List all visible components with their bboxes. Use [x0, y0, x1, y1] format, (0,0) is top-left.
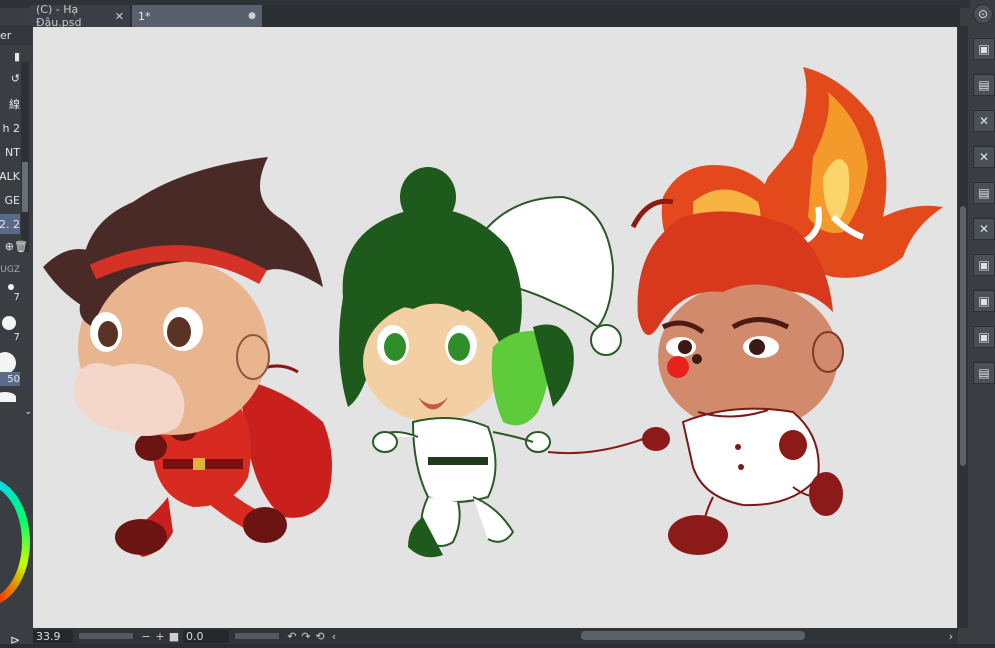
sub-tool-item[interactable]: h 2	[0, 118, 20, 138]
layer-folder-icon[interactable]: ▣	[973, 38, 995, 60]
delete-layer-icon[interactable]: ✕	[973, 218, 995, 240]
brush-size-label-selected: 50	[0, 372, 20, 386]
sub-tool-item[interactable]: ALK	[0, 166, 20, 186]
chevron-right-icon[interactable]: ›	[944, 630, 958, 643]
delete-layer-icon[interactable]: ✕	[973, 146, 995, 168]
zoom-slider[interactable]	[79, 633, 133, 639]
brush-size-dot[interactable]	[0, 352, 16, 374]
tab-ha-dau[interactable]: (C) - Hạ Đậu.psd ✕	[30, 3, 130, 29]
layer-icon[interactable]: ▤	[973, 362, 995, 384]
reset-icon[interactable]: ⟲	[313, 630, 327, 643]
left-tool-panel: er ▮ ↺ 線 h 2 NT ALK GE 2. 2 ⊕ 🗑 UGZ 7 7 …	[0, 22, 32, 648]
chevron-left-icon[interactable]: ‹	[327, 630, 341, 643]
right-panel: ⊙ ▣ ▤ ✕ ✕ ▤ ✕ ▣ ▣ ▣ ▤	[970, 0, 995, 648]
close-icon[interactable]: ✕	[115, 10, 124, 23]
rotate-right-icon[interactable]: ↷	[299, 630, 313, 643]
elf-girl-character	[339, 167, 644, 558]
brush-section-label: UGZ	[0, 265, 20, 275]
status-bar: 33.9 − + ■ 0.0 ↶ ↷ ⟲ ‹ ›	[33, 628, 958, 644]
tab-1[interactable]: 1* ●	[132, 5, 262, 27]
tab-label: 1*	[138, 9, 151, 23]
layer-folder-icon[interactable]: ▣	[973, 290, 995, 312]
layer-folder-icon[interactable]: ▣	[973, 326, 995, 348]
document-tab-bar: (C) - Hạ Đậu.psd ✕ 1* ●	[30, 3, 960, 29]
panel-title: er	[0, 25, 32, 45]
stop-icon[interactable]: ■	[167, 630, 181, 643]
chevron-down-icon[interactable]: ⌄	[0, 406, 32, 418]
rotation-field[interactable]: 0.0	[183, 629, 229, 643]
layer-icon[interactable]: ▤	[973, 74, 995, 96]
sub-tool-item[interactable]: 線	[0, 94, 20, 114]
sub-tool-item[interactable]: NT	[0, 142, 20, 162]
tab-label: (C) - Hạ Đậu.psd	[36, 3, 82, 29]
rotation-slider[interactable]	[235, 633, 279, 639]
zoom-in-button[interactable]: +	[153, 630, 167, 643]
delete-layer-icon[interactable]: ✕	[973, 110, 995, 132]
sub-tool-item-selected[interactable]: 2. 2	[0, 214, 20, 234]
brush-size-label: 7	[13, 291, 20, 303]
vertical-scrollbar[interactable]	[958, 26, 968, 628]
color-wheel[interactable]	[0, 477, 30, 607]
illustration	[43, 67, 943, 558]
sub-tool-handle-icon[interactable]: ▮	[0, 46, 20, 66]
fire-character	[630, 67, 943, 555]
navigator-icon[interactable]: ⊙	[973, 4, 993, 24]
sub-tool-scrollbar[interactable]	[21, 62, 29, 252]
rotate-left-icon[interactable]: ↶	[285, 630, 299, 643]
add-icon[interactable]: ⊕	[0, 236, 14, 256]
horizontal-scrollbar-thumb[interactable]	[581, 631, 805, 640]
brush-size-dot[interactable]	[2, 316, 16, 330]
lasso-icon[interactable]: ↺	[0, 68, 20, 88]
sub-tool-item[interactable]: GE	[0, 190, 20, 210]
brush-size-dot[interactable]	[0, 392, 16, 402]
trash-icon[interactable]: 🗑	[14, 236, 28, 256]
bottom-strip	[0, 644, 995, 648]
zoom-out-button[interactable]: −	[139, 630, 153, 643]
unsaved-dot-icon: ●	[248, 11, 256, 21]
layer-icon[interactable]: ▤	[973, 182, 995, 204]
brush-size-label: 7	[13, 331, 20, 343]
drawing-canvas[interactable]	[33, 27, 957, 628]
santa-boy-character	[43, 157, 332, 557]
zoom-field[interactable]: 33.9	[33, 629, 73, 643]
layer-folder-icon[interactable]: ▣	[973, 254, 995, 276]
